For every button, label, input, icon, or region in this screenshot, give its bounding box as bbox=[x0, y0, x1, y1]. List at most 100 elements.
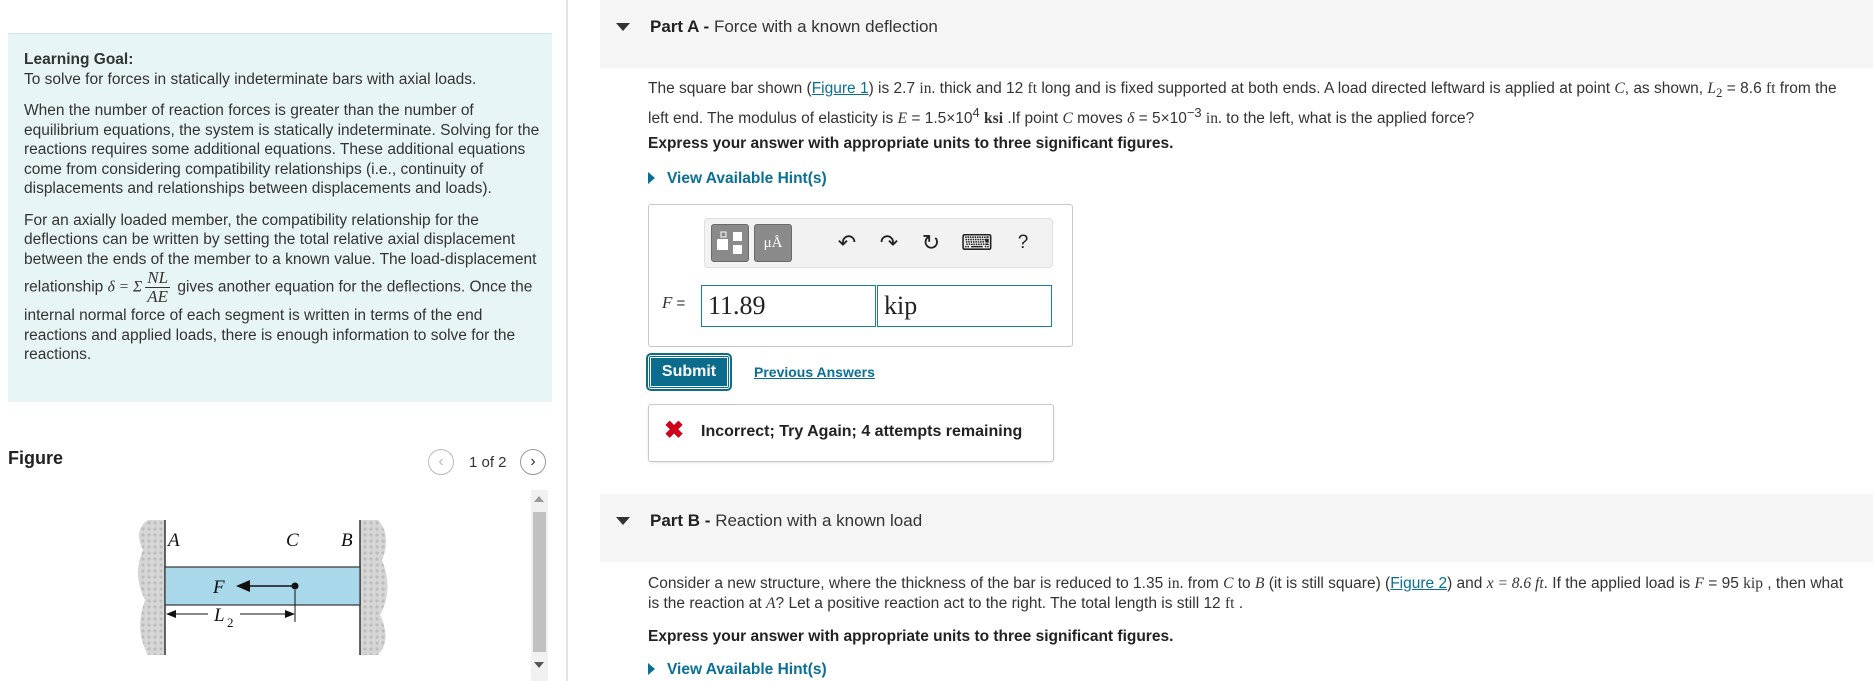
part-a-hint-toggle[interactable]: View Available Hint(s) bbox=[648, 170, 827, 188]
feedback-text: Incorrect; Try Again; 4 attempts remaini… bbox=[701, 423, 1023, 440]
text-segment: ) is 2.7 bbox=[868, 80, 920, 97]
figure-next-button[interactable]: › bbox=[520, 449, 546, 475]
part-b-label: Part B - bbox=[650, 511, 711, 530]
figure-label: Figure bbox=[8, 448, 64, 468]
part-b-title-text: Reaction with a known load bbox=[715, 511, 923, 530]
text-segment: long and is fixed supported at both ends… bbox=[1037, 80, 1615, 97]
figure-1-link[interactable]: Figure 1 bbox=[812, 80, 869, 97]
template-icon bbox=[717, 231, 742, 254]
figure-pager-text: 1 of 2 bbox=[469, 454, 507, 471]
answer-variable: F bbox=[662, 293, 673, 312]
part-a-title: Part A - Force with a known deflection bbox=[650, 17, 938, 37]
learning-goal-paragraph-2: For an axially loaded member, the compat… bbox=[24, 211, 544, 365]
units-button[interactable]: μÅ bbox=[754, 224, 792, 262]
part-a-instruction: Express your answer with appropriate uni… bbox=[648, 135, 1174, 152]
bar-diagram: A C B F L 2 bbox=[137, 520, 388, 655]
text-segment: ? Let a positive reaction act to the rig… bbox=[775, 595, 1225, 612]
part-a-problem-text: The square bar shown (Figure 1) is 2.7 i… bbox=[648, 79, 1858, 129]
formula-numerator: NL bbox=[145, 268, 171, 288]
part-a-header[interactable]: Part A - Force with a known deflection bbox=[600, 0, 1873, 68]
math-toolbar: μÅ ↶ ↷ ↻ ⌨ ? bbox=[704, 218, 1053, 268]
caret-down-icon[interactable] bbox=[616, 517, 630, 525]
chevron-left-icon: ‹ bbox=[438, 453, 444, 470]
answer-variable-label: F = bbox=[662, 293, 685, 313]
answer-unit-input[interactable]: kip bbox=[877, 285, 1052, 327]
submit-button[interactable]: Submit bbox=[646, 353, 732, 391]
length-l2: L bbox=[1707, 80, 1717, 97]
text-segment: moves bbox=[1072, 110, 1128, 128]
figure-label-l: L bbox=[213, 605, 225, 626]
figure-scrollbar[interactable] bbox=[531, 490, 548, 681]
hint-label: View Available Hint(s) bbox=[667, 170, 827, 187]
caret-right-icon bbox=[648, 172, 655, 184]
figure-viewport: A C B F L 2 bbox=[8, 490, 528, 681]
part-b-problem-text: Consider a new structure, where the thic… bbox=[648, 574, 1858, 614]
text-segment: thick and 12 bbox=[935, 80, 1028, 97]
hint-label: View Available Hint(s) bbox=[667, 661, 827, 678]
answer-value-input[interactable]: 11.89 bbox=[701, 285, 876, 327]
redo-icon[interactable]: ↷ bbox=[875, 229, 903, 257]
unit-in: in. bbox=[1167, 575, 1184, 592]
keyboard-icon[interactable]: ⌨ bbox=[961, 229, 993, 257]
scroll-up-icon[interactable] bbox=[534, 496, 544, 502]
text-segment: = 1.5×10 bbox=[907, 110, 973, 128]
figure-header: Figure ‹ 1 of 2 › bbox=[8, 446, 553, 476]
text-segment: . If the applied load is bbox=[1543, 575, 1695, 592]
equals-sign: = bbox=[672, 295, 686, 312]
part-b-instruction: Express your answer with appropriate uni… bbox=[648, 628, 1174, 645]
modulus-e: E bbox=[897, 110, 908, 128]
answer-box: μÅ ↶ ↷ ↻ ⌨ ? F = 11.89 kip bbox=[648, 204, 1073, 347]
pane-divider bbox=[566, 0, 568, 681]
figure-prev-button[interactable]: ‹ bbox=[428, 449, 454, 475]
formula-lhs: δ = Σ bbox=[107, 278, 143, 296]
scrollbar-thumb[interactable] bbox=[533, 512, 546, 652]
point-a: A bbox=[766, 595, 776, 612]
chevron-right-icon: › bbox=[530, 453, 536, 470]
dimension-arrow-right bbox=[285, 610, 295, 618]
text-segment: = 95 bbox=[1703, 575, 1744, 592]
part-b-title: Part B - Reaction with a known load bbox=[650, 511, 922, 531]
part-b-header[interactable]: Part B - Reaction with a known load bbox=[600, 494, 1873, 562]
unit-in: in. bbox=[1205, 110, 1222, 128]
figure-label-b: B bbox=[341, 530, 353, 551]
reset-icon[interactable]: ↻ bbox=[917, 229, 945, 257]
figure-label-l-subscript: 2 bbox=[227, 615, 234, 630]
point-c: C bbox=[1062, 110, 1073, 128]
unit-kip: kip bbox=[1743, 575, 1763, 592]
text-segment: (it is still square) ( bbox=[1264, 575, 1391, 592]
formula-denominator: AE bbox=[147, 287, 169, 306]
templates-button[interactable] bbox=[711, 224, 749, 262]
figure-label-f: F bbox=[212, 577, 225, 598]
unit-ft: ft bbox=[1027, 80, 1038, 97]
right-wall-support bbox=[360, 520, 388, 655]
part-a-label: Part A - bbox=[650, 17, 710, 36]
caret-right-icon bbox=[648, 663, 655, 675]
part-a-title-text: Force with a known deflection bbox=[713, 17, 938, 36]
force-f: F bbox=[1694, 575, 1704, 592]
unit-in: in. bbox=[919, 80, 936, 97]
help-icon[interactable]: ? bbox=[1009, 229, 1037, 257]
learning-goal-title: Learning Goal: bbox=[24, 51, 134, 68]
part-b-hint-toggle[interactable]: View Available Hint(s) bbox=[648, 661, 827, 679]
feedback-box: ✖ Incorrect; Try Again; 4 attempts remai… bbox=[648, 404, 1054, 462]
undo-icon[interactable]: ↶ bbox=[833, 229, 861, 257]
text-segment: . bbox=[1234, 595, 1244, 612]
dimension-arrow-left bbox=[166, 610, 176, 618]
learning-goal-box: Learning Goal: To solve for forces in st… bbox=[8, 33, 552, 402]
text-segment: to bbox=[1233, 575, 1255, 592]
figure-label-a: A bbox=[166, 530, 180, 551]
learning-goal-paragraph-1: When the number of reaction forces is gr… bbox=[24, 102, 540, 197]
text-segment: Consider a new structure, where the thic… bbox=[648, 575, 1168, 592]
text-segment: = 5×10 bbox=[1134, 110, 1187, 128]
text-segment: to the left, what is the applied force? bbox=[1221, 110, 1475, 128]
text-segment: .If point bbox=[1003, 110, 1063, 128]
previous-answers-link[interactable]: Previous Answers bbox=[754, 364, 875, 380]
figure-2-link[interactable]: Figure 2 bbox=[1390, 575, 1447, 592]
caret-down-icon[interactable] bbox=[616, 23, 630, 31]
scroll-down-icon[interactable] bbox=[534, 662, 544, 668]
text-segment: ) and bbox=[1447, 575, 1487, 592]
figure-label-c: C bbox=[286, 530, 299, 551]
exponent: −3 bbox=[1186, 105, 1202, 121]
left-wall-support bbox=[137, 520, 165, 655]
text-segment: from bbox=[1183, 575, 1224, 592]
